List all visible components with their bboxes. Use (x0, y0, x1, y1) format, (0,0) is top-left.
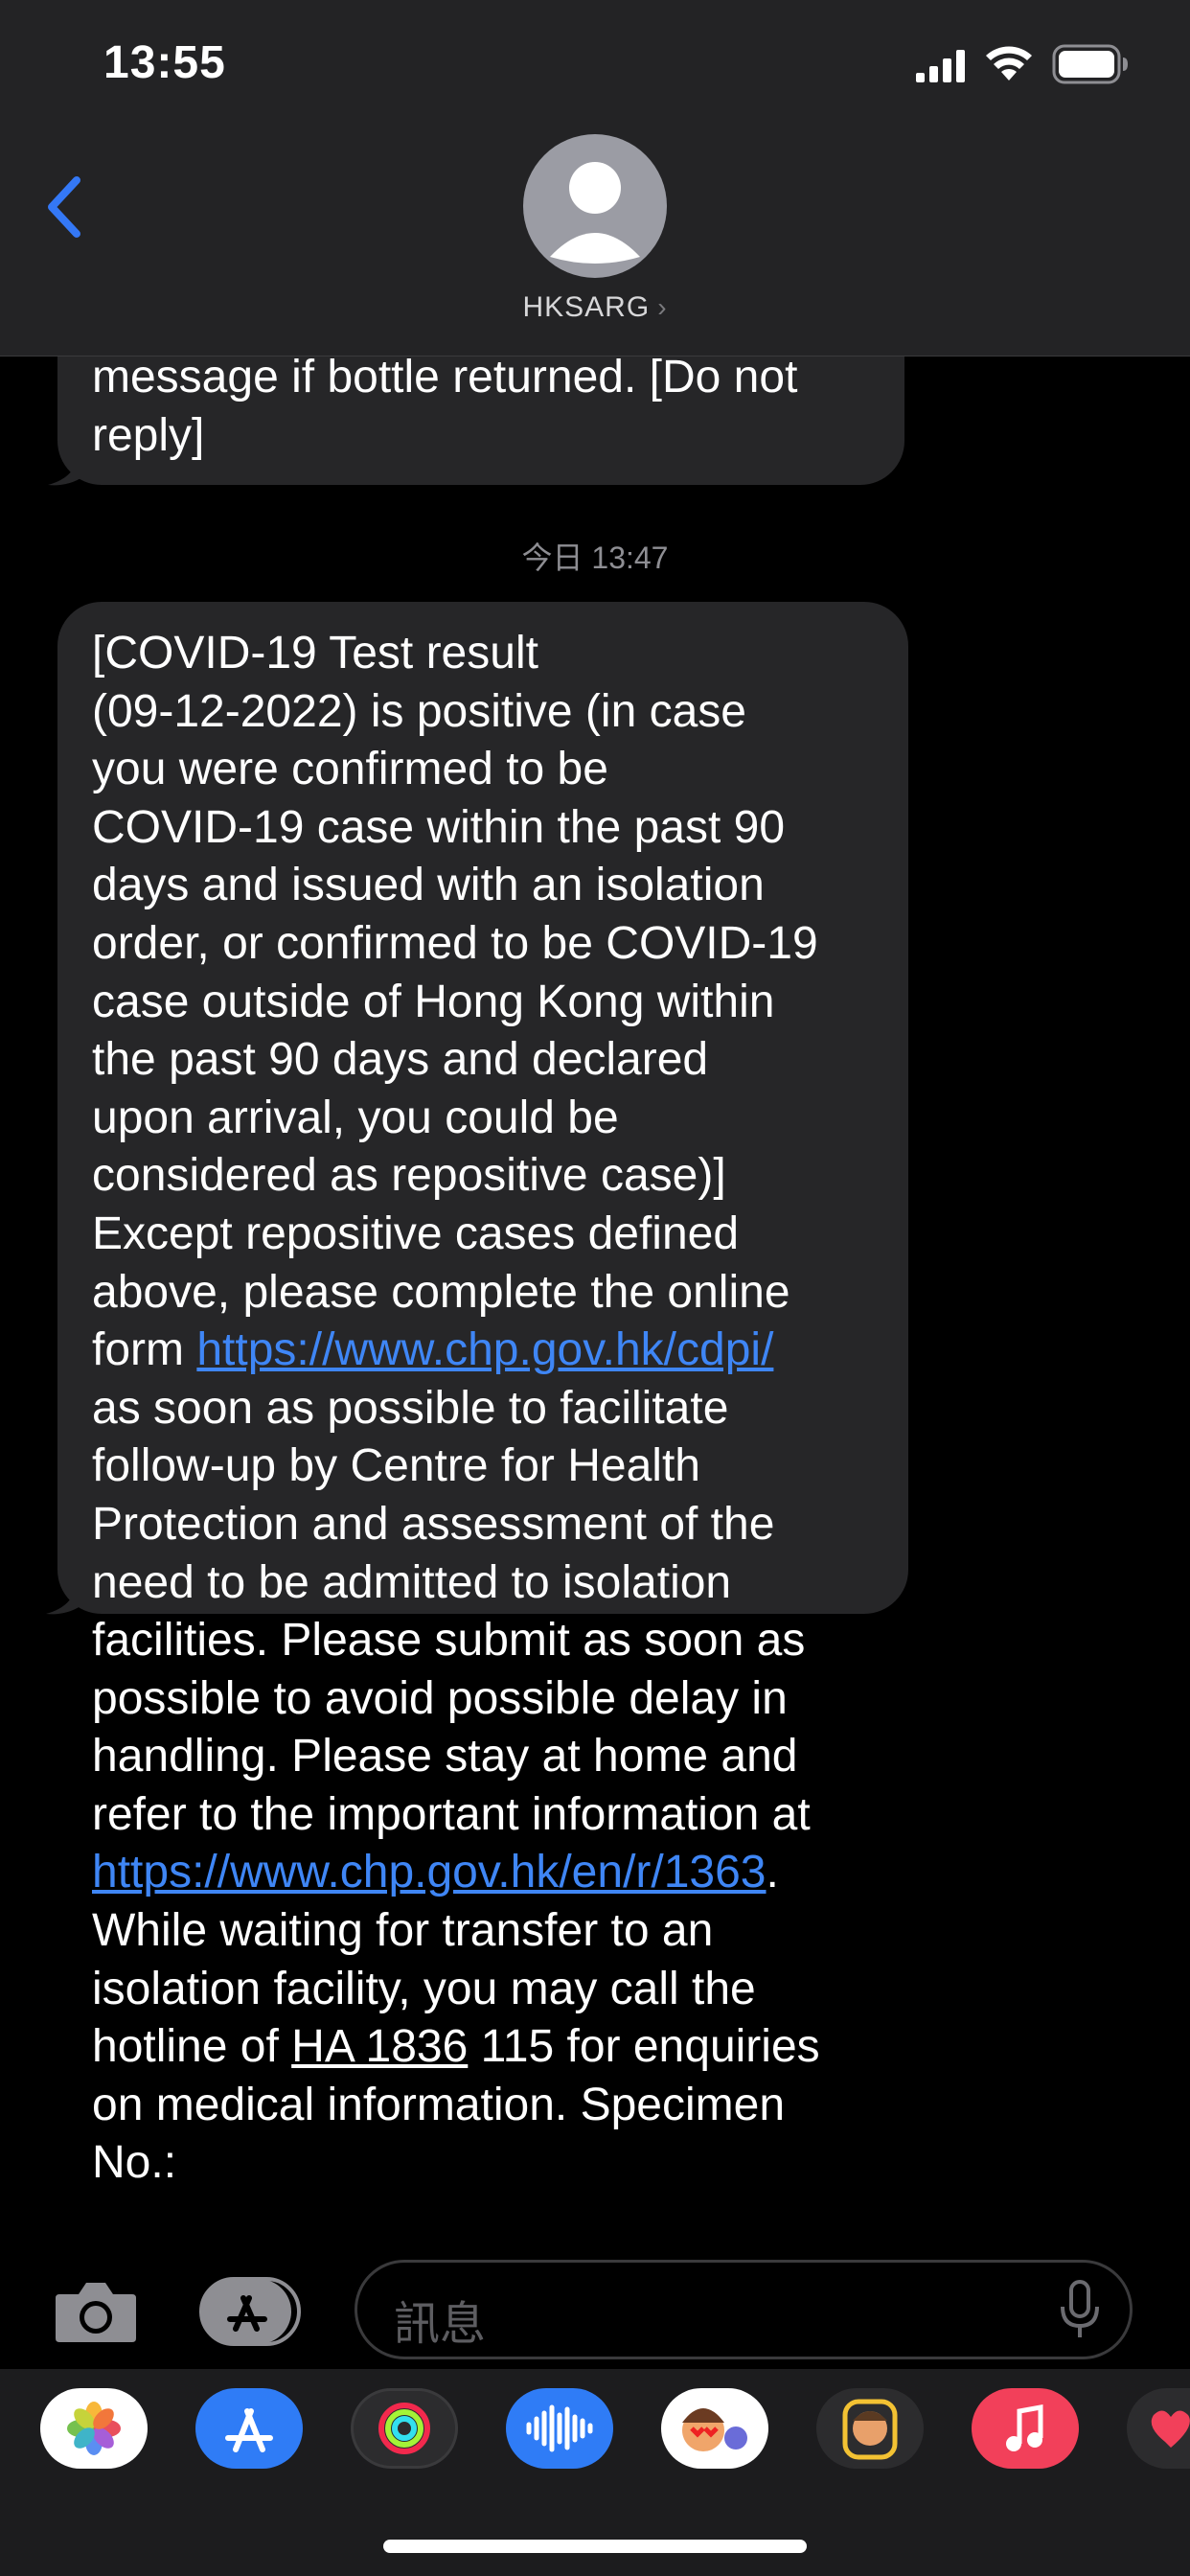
digital-touch-icon (1151, 2410, 1190, 2448)
app-store-drawer-button[interactable] (197, 2273, 305, 2350)
contact-name: HKSARG (522, 291, 651, 323)
message-bubble-previous[interactable]: message if bottle returned. [Do not repl… (57, 356, 904, 485)
cellular-signal-icon (916, 50, 965, 82)
message-body: [COVID-19 Test result (09-12-2022) is po… (92, 625, 908, 2193)
photos-app-button[interactable] (40, 2388, 148, 2469)
person-icon (550, 162, 640, 264)
app-store-icon (225, 2408, 273, 2452)
message-bubble-result[interactable]: [COVID-19 Test result (09-12-2022) is po… (57, 602, 908, 2192)
contact-name-button[interactable]: HKSARG › (0, 291, 1190, 324)
chevron-right-icon: › (657, 292, 668, 322)
message-input-placeholder: 訊息 (394, 2297, 487, 2351)
memoji-stickers-button[interactable] (661, 2388, 768, 2469)
message-input[interactable]: 訊息 (355, 2260, 1133, 2359)
memoji-stickers-icon (682, 2408, 747, 2451)
redacted-specimen-number (176, 2135, 848, 2192)
app-store-button[interactable] (195, 2388, 303, 2469)
hotline-link[interactable]: HA 1836 (291, 2021, 468, 2072)
message-thread[interactable]: message if bottle returned. [Do not repl… (0, 356, 1190, 2254)
wifi-icon (986, 46, 1032, 80)
activity-app-button[interactable] (351, 2388, 458, 2469)
digital-touch-button[interactable] (1127, 2388, 1190, 2469)
status-bar: 13:55 (0, 0, 1190, 125)
message-text: as soon as possible to facilitate follow… (92, 1382, 811, 1840)
conversation-header: 13:55 HKSARG › (0, 0, 1190, 356)
back-button[interactable] (40, 171, 90, 243)
message-timestamp: 今日 13:47 (521, 540, 669, 575)
message-text-line: message if bottle returned. [Do not (92, 356, 798, 402)
message-text-line: reply] (92, 409, 205, 461)
home-indicator[interactable] (383, 2540, 807, 2553)
memoji-icon (842, 2399, 898, 2460)
audio-message-button[interactable] (506, 2388, 613, 2469)
music-icon (1006, 2404, 1043, 2451)
music-app-button[interactable] (972, 2388, 1079, 2469)
important-info-link[interactable]: https://www.chp.gov.hk/en/r/1363 (92, 1847, 767, 1898)
bubble-tail (48, 452, 82, 486)
battery-icon (1052, 44, 1128, 84)
microphone-icon[interactable] (1059, 2280, 1101, 2339)
contact-avatar[interactable] (523, 134, 667, 278)
audio-message-icon (526, 2404, 593, 2452)
cdpi-form-link[interactable]: https://www.chp.gov.hk/cdpi/ (196, 1324, 773, 1375)
activity-icon (378, 2403, 430, 2454)
status-time: 13:55 (103, 37, 226, 88)
photos-icon (67, 2402, 121, 2455)
imessage-app-drawer (0, 2369, 1190, 2576)
message-composer: 訊息 (0, 2254, 1190, 2369)
memoji-button[interactable] (816, 2388, 924, 2469)
camera-button[interactable] (52, 2277, 140, 2346)
bubble-tail (46, 1581, 80, 1615)
message-text: [COVID-19 Test result (09-12-2022) is po… (92, 628, 818, 1376)
